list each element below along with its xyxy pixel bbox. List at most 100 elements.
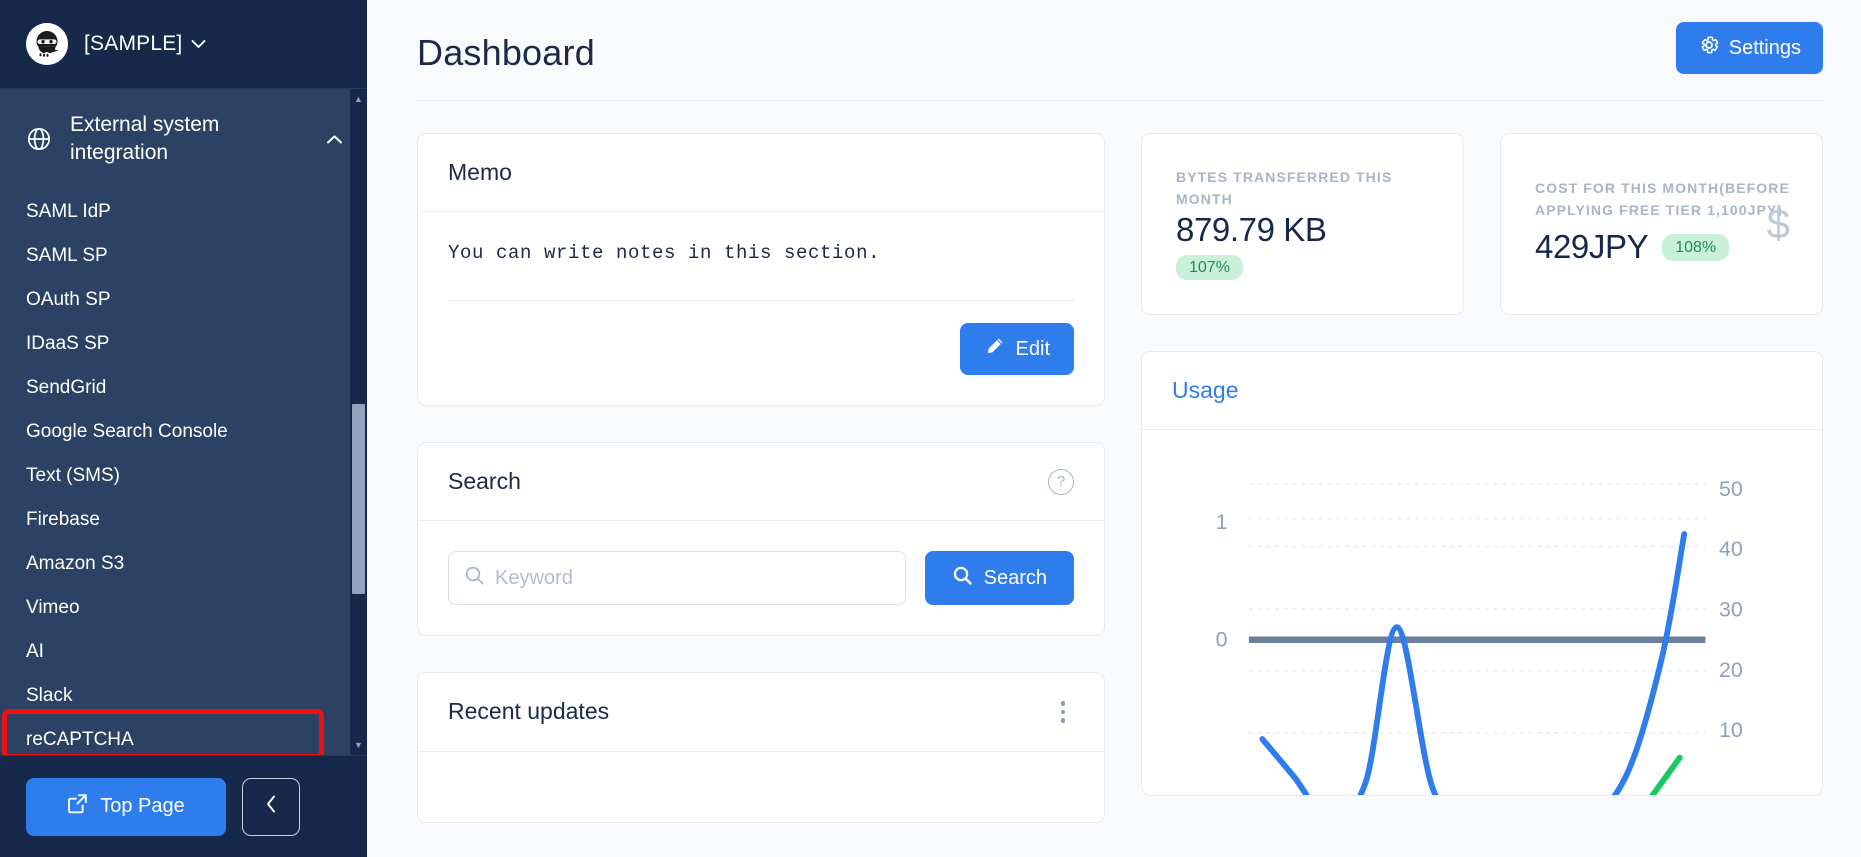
stat-value: 879.79 KB	[1176, 210, 1327, 248]
search-card-header: Search ?	[418, 443, 1104, 521]
app-root: [SAMPLE] External system integration SAM…	[0, 0, 1861, 857]
memo-card-body: You can write notes in this section. Edi…	[418, 212, 1104, 405]
search-button[interactable]: Search	[924, 551, 1074, 605]
settings-label: Settings	[1728, 36, 1801, 59]
sidebar-item-recaptcha[interactable]: reCAPTCHA	[0, 718, 367, 755]
question-circle-icon[interactable]: ?	[1048, 468, 1074, 495]
sidebar-brand: [SAMPLE]	[0, 0, 367, 88]
sidebar-item-idaas-sp[interactable]: IDaaS SP	[0, 322, 367, 366]
stat-value-row: 429JPY 108%	[1535, 228, 1796, 266]
page-title: Dashboard	[417, 32, 595, 73]
recent-updates-header: Recent updates	[418, 673, 1104, 752]
sidebar-item-list: SAML IdP SAML SP OAuth SP IDaaS SP SendGrid G…	[0, 190, 367, 755]
caret-up-icon[interactable]: ▲	[350, 91, 367, 107]
kebab-menu-icon[interactable]	[1052, 698, 1075, 726]
sidebar-item-label: IDaaS SP	[26, 332, 110, 354]
caret-down-icon[interactable]: ▼	[350, 737, 367, 753]
gear-icon	[1698, 34, 1720, 62]
sidebar-item-vimeo[interactable]: Vimeo	[0, 586, 367, 630]
svg-text:50: 50	[1719, 477, 1743, 501]
sidebar-item-label: OAuth SP	[26, 288, 111, 310]
ninja-logo-icon	[26, 23, 68, 65]
header-divider	[417, 100, 1823, 101]
magnifier-icon	[464, 565, 485, 591]
sidebar-item-label: Slack	[26, 684, 73, 706]
external-link-icon	[67, 793, 88, 820]
search-row: Search	[448, 551, 1074, 605]
sidebar-item-label: SendGrid	[26, 376, 107, 398]
memo-body-text: You can write notes in this section.	[448, 242, 881, 264]
chevron-up-icon	[326, 131, 343, 148]
sidebar-collapse-button[interactable]	[242, 777, 300, 836]
sidebar-item-slack[interactable]: Slack	[0, 674, 367, 718]
sidebar-item-label: Vimeo	[26, 596, 80, 618]
memo-edit-button[interactable]: Edit	[959, 323, 1074, 375]
memo-card: Memo You can write notes in this section…	[417, 133, 1105, 406]
sidebar-item-label: Google Search Console	[26, 420, 228, 442]
recent-updates-body	[418, 752, 1104, 822]
stat-label: COST FOR THIS MONTH(BEFORE APPLYING FREE…	[1535, 179, 1790, 218]
sidebar-item-sendgrid[interactable]: SendGrid	[0, 366, 367, 410]
sidebar-item-google-search-console[interactable]: Google Search Console	[0, 410, 367, 454]
sidebar-item-ai[interactable]: AI	[0, 630, 367, 674]
search-input[interactable]	[495, 552, 905, 604]
search-title: Search	[448, 468, 521, 494]
sidebar-scrollbar[interactable]: ▲ ▼	[350, 89, 367, 755]
usage-chart-area: 10 20 30 40 50 0 1	[1142, 430, 1822, 795]
stat-card-cost-this-month: COST FOR THIS MONTH(BEFORE APPLYING FREE…	[1500, 133, 1823, 315]
search-input-wrapper[interactable]	[448, 551, 906, 605]
recent-updates-title: Recent updates	[448, 698, 610, 725]
main-content: Dashboard Settings Memo You can write no…	[367, 0, 1861, 857]
top-page-button[interactable]: Top Page	[26, 777, 226, 836]
stat-label: BYTES TRANSFERRED THIS MONTH	[1176, 169, 1393, 207]
usage-title: Usage	[1172, 377, 1239, 403]
status-badge: 107%	[1176, 254, 1243, 280]
usage-chart-card: Usage 10 20 30 40 50 0 1	[1141, 351, 1823, 796]
left-column: Memo You can write notes in this section…	[417, 133, 1105, 823]
sidebar-footer: Top Page	[0, 755, 367, 857]
top-page-label: Top Page	[100, 795, 185, 817]
chevron-down-icon	[191, 37, 206, 52]
search-card-body: Search	[418, 521, 1104, 635]
search-button-label: Search	[983, 566, 1047, 589]
memo-edit-label: Edit	[1015, 337, 1050, 360]
sidebar-group-external-system-integration[interactable]: External system integration	[0, 89, 367, 190]
stat-card-row: BYTES TRANSFERRED THIS MONTH 879.79 KB 1…	[1141, 133, 1823, 315]
sidebar-item-oauth-sp[interactable]: OAuth SP	[0, 278, 367, 322]
sidebar-item-label: Amazon S3	[26, 552, 125, 574]
sidebar-item-label: SAML SP	[26, 244, 108, 266]
memo-actions: Edit	[448, 301, 1074, 375]
usage-chart-labels: 10 20 30 40 50 0 1	[1216, 477, 1743, 742]
svg-text:40: 40	[1719, 537, 1743, 561]
scrollbar-thumb[interactable]	[352, 404, 365, 594]
sidebar-item-amazon-s3[interactable]: Amazon S3	[0, 542, 367, 586]
tenant-switcher[interactable]: [SAMPLE]	[84, 32, 206, 56]
status-badge: 108%	[1662, 233, 1730, 261]
stat-value: 429JPY	[1535, 228, 1649, 266]
search-card: Search ? Keyword Search	[417, 442, 1105, 636]
globe-icon	[26, 126, 52, 152]
svg-text:10: 10	[1719, 718, 1743, 742]
chevron-left-icon	[265, 794, 278, 820]
sidebar-item-saml-sp[interactable]: SAML SP	[0, 234, 367, 278]
svg-text:30: 30	[1719, 598, 1743, 622]
sidebar-item-firebase[interactable]: Firebase	[0, 498, 367, 542]
sidebar-item-label: Firebase	[26, 508, 100, 530]
tenant-name: [SAMPLE]	[84, 32, 183, 55]
sidebar-item-text-sms[interactable]: Text (SMS)	[0, 454, 367, 498]
recent-updates-card: Recent updates	[417, 672, 1105, 823]
page-header: Dashboard Settings	[417, 0, 1823, 74]
usage-card-header: Usage	[1142, 352, 1822, 430]
sidebar-item-label: reCAPTCHA	[26, 728, 134, 750]
svg-text:0: 0	[1216, 628, 1228, 652]
dashboard-columns: Memo You can write notes in this section…	[417, 133, 1823, 823]
stat-card-bytes-transferred: BYTES TRANSFERRED THIS MONTH 879.79 KB 1…	[1141, 133, 1464, 315]
svg-text:1: 1	[1216, 510, 1228, 534]
sidebar-group-label: External system integration	[70, 113, 220, 165]
memo-card-header: Memo	[418, 134, 1104, 212]
sidebar: [SAMPLE] External system integration SAM…	[0, 0, 367, 857]
sidebar-scroll-area: External system integration SAML IdP SAML…	[0, 88, 367, 755]
sidebar-item-saml-idp[interactable]: SAML IdP	[0, 190, 367, 234]
settings-button[interactable]: Settings	[1675, 22, 1823, 74]
pencil-icon	[984, 336, 1005, 363]
